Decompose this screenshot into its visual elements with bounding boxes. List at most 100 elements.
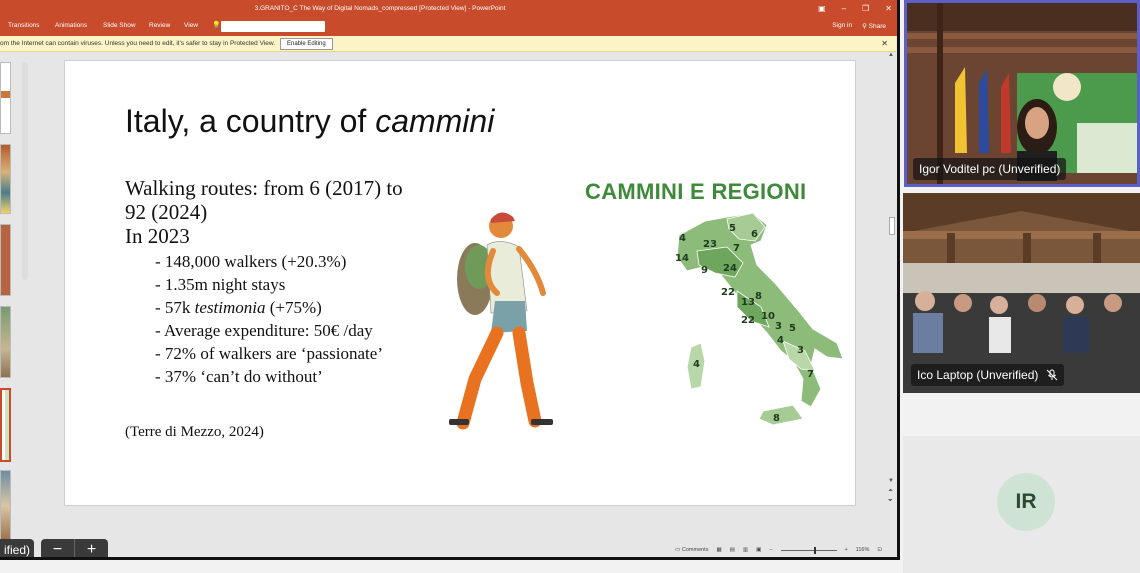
protected-view-bar: om the Internet can contain viruses. Unl…	[0, 36, 896, 52]
slide-sorter-icon[interactable]: ▤	[730, 543, 735, 557]
slide-thumbnails[interactable]	[0, 52, 14, 542]
avatar: IR	[997, 473, 1055, 531]
fit-slide-icon[interactable]: ⊡	[877, 543, 882, 557]
powerpoint-window: 3.GRANITO_C The Way of Digital Nomads_co…	[0, 0, 900, 560]
map-title: CAMMINI E REGIONI	[585, 179, 807, 204]
title-bar: 3.GRANITO_C The Way of Digital Nomads_co…	[0, 0, 897, 18]
person-icon: ⚲	[862, 23, 869, 30]
slide-thumbnail[interactable]	[0, 306, 11, 378]
region-count: 6	[751, 229, 758, 240]
italy-regions-map: 4 5 6 23 7 14 9 24 22 13 8 10 22 3 5 4 3…	[675, 212, 844, 426]
slide-thumbnail[interactable]	[0, 224, 11, 296]
slideshow-icon[interactable]: ▣	[756, 543, 761, 557]
zoom-out-icon[interactable]: −	[769, 543, 772, 557]
region-count: 22	[721, 287, 735, 298]
walking-routes-line2: 92 (2024)	[125, 200, 208, 224]
participant-name: Ico Laptop (Unverified)	[917, 368, 1039, 382]
region-count: 3	[797, 345, 804, 356]
region-count: 4	[777, 335, 784, 346]
participant-video	[903, 193, 1140, 393]
slide-title-italic: cammini	[375, 103, 495, 139]
mic-muted-icon	[1047, 369, 1058, 381]
close-icon[interactable]: ✕	[885, 0, 892, 18]
region-count: 13	[741, 297, 755, 308]
list-item: - 72% of walkers are ‘passionate’	[155, 344, 383, 363]
region-count: 4	[693, 359, 700, 370]
list-item: - 148,000 walkers (+20.3%)	[155, 252, 347, 271]
zoom-plus-button[interactable]: +	[75, 539, 108, 557]
list-item: - 1.35m night stays	[155, 275, 286, 294]
comment-icon: ▭	[675, 547, 682, 553]
self-view-name-label: ified)	[0, 539, 35, 557]
previous-slide-icon[interactable]: ⏶	[888, 488, 893, 495]
testimonia-suffix: (+75%)	[265, 298, 322, 317]
window-title: 3.GRANITO_C The Way of Digital Nomads_co…	[254, 5, 506, 12]
tab-transitions[interactable]: Transitions	[8, 22, 40, 29]
comments-button[interactable]: ▭ Comments	[675, 543, 708, 557]
region-count: 5	[729, 223, 736, 234]
reading-view-icon[interactable]: ▥	[743, 543, 748, 557]
lightbulb-icon: 💡	[212, 22, 221, 29]
slide-title-text: Italy, a country of	[125, 103, 376, 139]
status-bar: ▭ Comments ▦ ▤ ▥ ▣ − + 116% ⊡	[0, 543, 896, 557]
tab-view[interactable]: View	[184, 22, 198, 29]
participant-tile-active-speaker[interactable]: Igor Voditel pc (Unverified)	[904, 0, 1140, 187]
zoom-in-icon[interactable]: +	[845, 543, 848, 557]
tab-slide-show[interactable]: Slide Show	[103, 22, 136, 29]
region-count: 10	[761, 311, 775, 322]
tab-review[interactable]: Review	[149, 22, 170, 29]
slide-thumbnail[interactable]	[0, 144, 11, 214]
scrollbar-thumb[interactable]	[889, 217, 895, 235]
participant-name: Igor Voditel pc (Unverified)	[913, 158, 1067, 180]
participant-tile[interactable]: Ico Laptop (Unverified)	[903, 193, 1140, 393]
tab-animations[interactable]: Animations	[55, 22, 87, 29]
region-count: 14	[675, 253, 689, 264]
normal-view-icon[interactable]: ▦	[716, 543, 721, 557]
region-count: 24	[723, 263, 737, 274]
slide-thumbnail[interactable]	[0, 62, 11, 134]
ribbon-tabs: Transitions Animations Slide Show Review…	[0, 18, 897, 36]
zoom-slider-thumb[interactable]	[813, 546, 816, 554]
source-citation: (Terre di Mezzo, 2024)	[125, 424, 264, 440]
list-item: - 57k testimonia (+75%)	[155, 296, 445, 319]
tell-me-search-input[interactable]	[221, 21, 325, 32]
list-item: - 37% ‘can’t do without’	[155, 367, 323, 386]
region-count: 8	[773, 413, 780, 424]
slide-canvas: Italy, a country of cammini Walking rout…	[64, 60, 856, 506]
list-item: - Average expenditure: 50€ /day	[155, 321, 373, 340]
slide-body: Walking routes: from 6 (2017) to 92 (202…	[125, 176, 445, 388]
slide-thumbnail-selected[interactable]	[0, 388, 11, 462]
region-count: 7	[733, 243, 740, 254]
year-heading: In 2023	[125, 224, 190, 248]
region-count: 4	[679, 233, 686, 244]
walking-routes-line1: Walking routes: from 6 (2017) to	[125, 176, 403, 200]
thumbnail-scrollbar[interactable]	[22, 62, 28, 280]
restore-icon[interactable]: ❐	[862, 0, 869, 18]
share-button[interactable]: ⚲ Share	[862, 22, 886, 30]
enable-editing-button[interactable]: Enable Editing	[280, 38, 333, 50]
next-slide-icon[interactable]: ⏷	[888, 498, 893, 505]
slide-thumbnail[interactable]	[0, 470, 11, 542]
participant-name-chip: Ico Laptop (Unverified)	[911, 364, 1065, 386]
ribbon-display-icon[interactable]: ▣	[818, 0, 826, 18]
share-label: Share	[868, 23, 886, 30]
scroll-down-icon[interactable]: ▼	[888, 478, 894, 484]
share-zoom-controls: − +	[41, 539, 108, 557]
zoom-minus-button[interactable]: −	[41, 539, 75, 557]
sign-in-link[interactable]: Sign in	[832, 22, 852, 30]
testimonia-italic: testimonia	[194, 298, 266, 317]
region-count: 8	[755, 291, 762, 302]
slide-scrollbar[interactable]: ▲ ▼ ⏶ ⏷	[888, 52, 896, 542]
zoom-level[interactable]: 116%	[856, 543, 870, 557]
stats-list: - 148,000 walkers (+20.3%) - 1.35m night…	[155, 250, 445, 388]
zoom-slider[interactable]	[780, 546, 837, 554]
comments-label: Comments	[681, 547, 709, 553]
minimize-icon[interactable]: –	[842, 0, 846, 18]
walker-illustration	[449, 212, 553, 430]
region-count: 3	[775, 321, 782, 332]
screen: 3.GRANITO_C The Way of Digital Nomads_co…	[0, 0, 1140, 573]
close-message-icon[interactable]: ✕	[881, 36, 888, 52]
scroll-up-icon[interactable]: ▲	[888, 52, 894, 58]
region-count: 7	[807, 369, 814, 380]
participant-tile[interactable]: IR	[903, 436, 1140, 573]
